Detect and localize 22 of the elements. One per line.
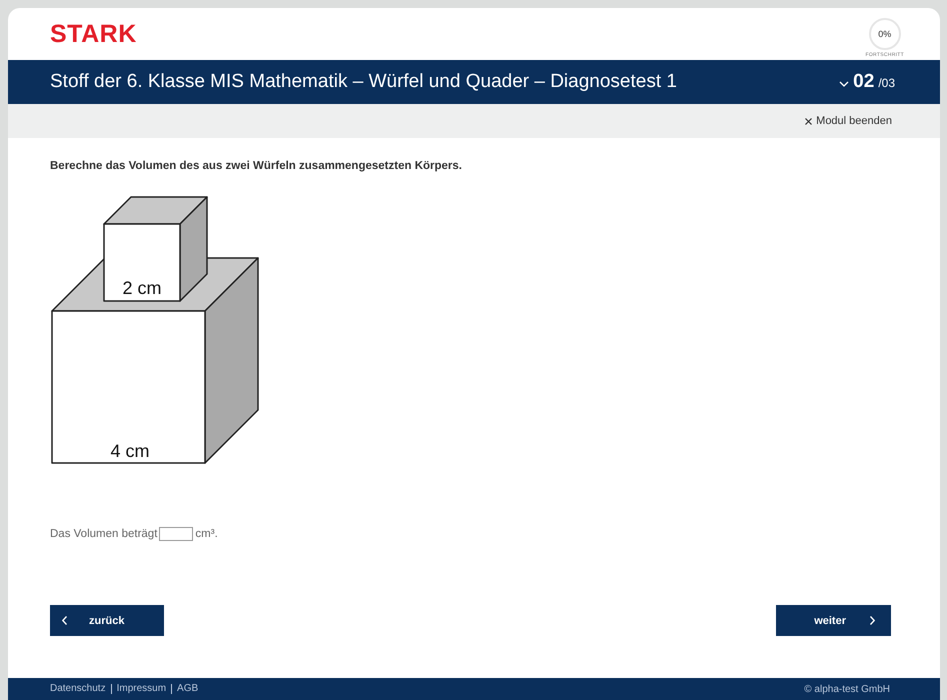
next-button[interactable]: weiter bbox=[776, 605, 891, 636]
chevron-right-icon bbox=[870, 616, 875, 625]
edge-label: 2 cm bbox=[122, 278, 162, 298]
close-icon bbox=[805, 118, 812, 124]
unit-text: cm³. bbox=[195, 528, 218, 540]
progress-value: 0% bbox=[878, 28, 892, 38]
total-pages: /03 bbox=[878, 76, 895, 90]
edge-label: 4 cm bbox=[110, 441, 150, 461]
copyright-text: © alpha-test GmbH bbox=[804, 684, 890, 694]
answer-field[interactable] bbox=[159, 527, 194, 541]
module-title: Stoff der 6. Klasse MIS Mathematik – Würfel und Quader – Diagnosetest 1 bbox=[50, 71, 677, 93]
back-button[interactable]: zurück bbox=[50, 605, 164, 636]
answer-text: Das Volumen beträgt bbox=[50, 528, 158, 540]
question-text: Berechne das Volumen des aus zwei Würfeln zusammengesetzten Körpers. bbox=[50, 160, 463, 172]
footer-link[interactable]: Impressum bbox=[110, 684, 172, 694]
footer-link[interactable]: Datenschutz bbox=[50, 684, 111, 694]
logo: STARK bbox=[50, 20, 137, 48]
footer-link[interactable]: AGB bbox=[171, 684, 204, 694]
chevron-down-icon[interactable] bbox=[839, 81, 850, 87]
current-page: 02 bbox=[853, 71, 874, 93]
chevron-left-icon bbox=[62, 616, 67, 625]
close-module-button[interactable]: Modul beenden bbox=[805, 115, 892, 127]
